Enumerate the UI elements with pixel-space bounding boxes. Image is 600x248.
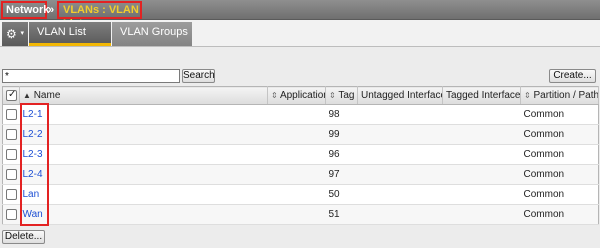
tag-cell: 51 (325, 204, 358, 225)
vlan-name-link[interactable]: Lan (23, 189, 40, 200)
gear-icon: ⚙ (6, 27, 17, 41)
tagged-cell (442, 144, 521, 165)
partition-cell: Common (520, 124, 599, 145)
table-row: L2-4 97 Common (2, 164, 599, 185)
breadcrumb: Network » VLANs : VLAN List (0, 0, 600, 30)
vlan-name-link[interactable]: Wan (23, 209, 43, 220)
partition-cell: Common (520, 184, 599, 205)
row-checkbox[interactable] (6, 188, 17, 200)
vlan-table: ▲ Name ⇕ Application ⇕ Tag Untagged Inte… (2, 86, 599, 225)
chevron-down-icon: ▾ (20, 30, 24, 37)
column-header-tagged: Tagged Interfaces (442, 86, 521, 105)
untagged-cell (357, 124, 443, 145)
table-row: L2-3 96 Common (2, 144, 599, 165)
partition-cell: Common (520, 104, 599, 125)
vlan-name-link[interactable]: L2-4 (23, 169, 43, 180)
column-header-name[interactable]: ▲ Name (19, 86, 268, 105)
table-row: Wan 51 Common (2, 204, 599, 225)
search-button[interactable]: Search (182, 69, 215, 83)
untagged-cell (357, 184, 443, 205)
application-cell (267, 164, 326, 185)
table-row: L2-1 98 Common (2, 104, 599, 125)
tagged-cell (442, 184, 521, 205)
column-header-partition[interactable]: ⇕ Partition / Path (520, 86, 599, 105)
select-all-checkbox[interactable] (6, 89, 17, 101)
sort-icon: ⇕ (524, 91, 531, 100)
tagged-cell (442, 204, 521, 225)
vlan-name-link[interactable]: L2-3 (23, 149, 43, 160)
breadcrumb-network[interactable]: Network (1, 1, 49, 19)
partition-cell: Common (520, 164, 599, 185)
tab-vlan-groups[interactable]: VLAN Groups (112, 22, 192, 46)
column-header-tag[interactable]: ⇕ Tag (325, 86, 358, 105)
tag-cell: 50 (325, 184, 358, 205)
untagged-cell (357, 104, 443, 125)
tag-cell: 98 (325, 104, 358, 125)
table-row: L2-2 99 Common (2, 124, 599, 145)
delete-button[interactable]: Delete... (2, 230, 45, 244)
application-cell (267, 144, 326, 165)
sort-ascending-icon: ▲ (23, 91, 31, 100)
partition-cell: Common (520, 204, 599, 225)
tab-bar: ⚙ ▾ VLAN List VLAN Groups (0, 20, 600, 47)
tagged-cell (442, 104, 521, 125)
row-checkbox[interactable] (6, 148, 17, 160)
sort-icon: ⇕ (329, 91, 336, 100)
sort-icon: ⇕ (271, 91, 278, 100)
untagged-cell (357, 204, 443, 225)
row-checkbox[interactable] (6, 108, 17, 120)
column-header-untagged: Untagged Interfaces (357, 86, 443, 105)
tab-vlan-list[interactable]: VLAN List (29, 22, 111, 46)
application-cell (267, 204, 326, 225)
search-input[interactable] (2, 69, 180, 83)
create-button[interactable]: Create... (549, 69, 596, 83)
column-header-application[interactable]: ⇕ Application (267, 86, 326, 105)
tag-cell: 99 (325, 124, 358, 145)
application-cell (267, 104, 326, 125)
application-cell (267, 124, 326, 145)
untagged-cell (357, 164, 443, 185)
vlan-name-link[interactable]: L2-1 (23, 109, 43, 120)
partition-cell: Common (520, 144, 599, 165)
breadcrumb-separator: » (48, 4, 55, 16)
select-all-cell (2, 86, 20, 105)
row-checkbox[interactable] (6, 168, 17, 180)
table-header-row: ▲ Name ⇕ Application ⇕ Tag Untagged Inte… (2, 86, 599, 105)
tag-cell: 97 (325, 164, 358, 185)
row-checkbox[interactable] (6, 128, 17, 140)
options-menu-button[interactable]: ⚙ ▾ (2, 22, 28, 46)
vlan-name-link[interactable]: L2-2 (23, 129, 43, 140)
row-checkbox[interactable] (6, 208, 17, 220)
tagged-cell (442, 164, 521, 185)
table-row: Lan 50 Common (2, 184, 599, 205)
breadcrumb-vlan-list: VLANs : VLAN List (57, 1, 142, 30)
tag-cell: 96 (325, 144, 358, 165)
tagged-cell (442, 124, 521, 145)
untagged-cell (357, 144, 443, 165)
application-cell (267, 184, 326, 205)
